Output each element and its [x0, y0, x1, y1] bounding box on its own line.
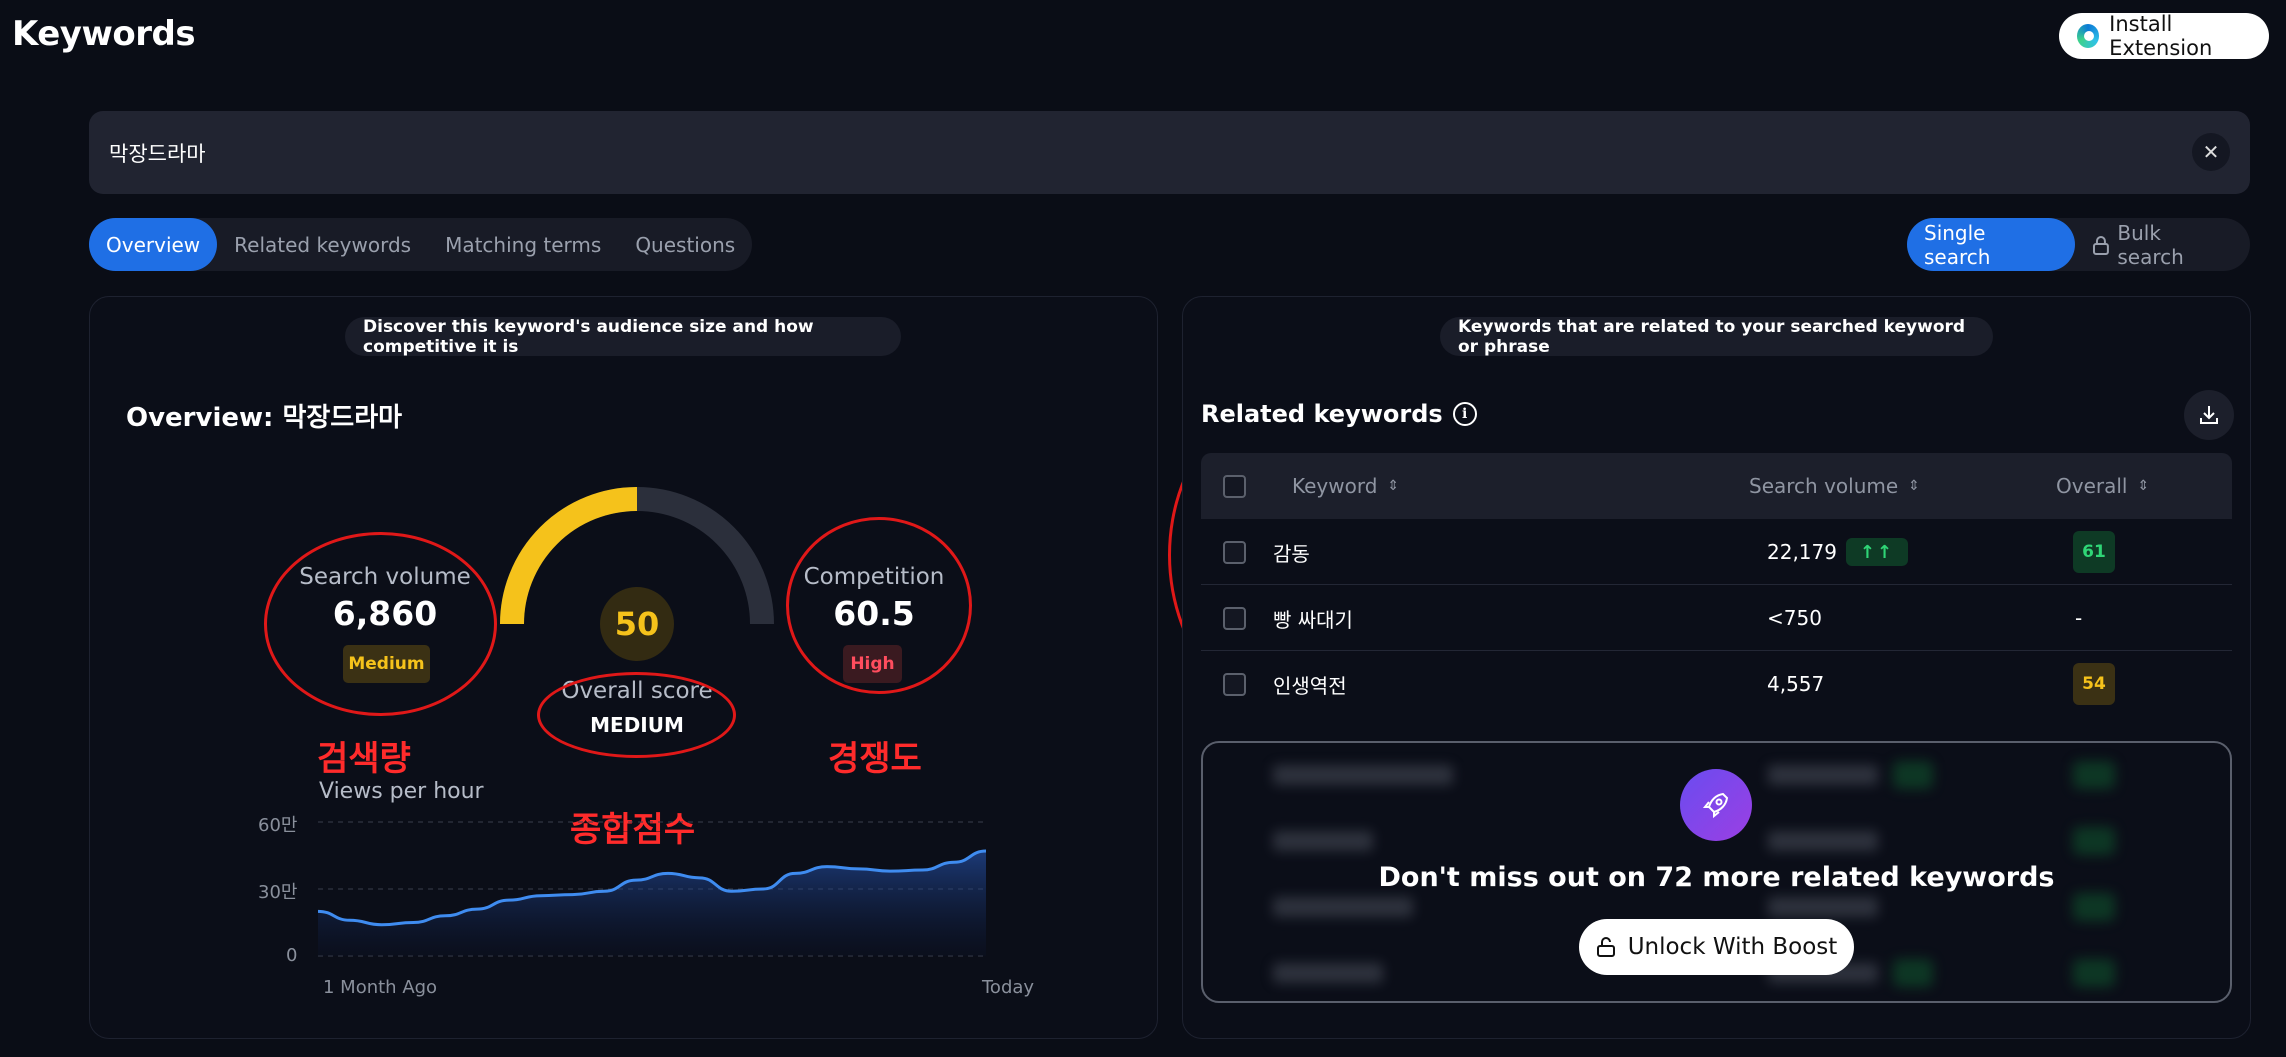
locked-message: Don't miss out on 72 more related keywor…	[1378, 862, 2055, 893]
row-checkbox[interactable]	[1223, 672, 1246, 696]
sort-icon: ⇕	[1387, 478, 1400, 494]
column-keyword[interactable]: Keyword ⇕	[1292, 453, 1399, 519]
view-tabs: Overview Related keywords Matching terms…	[89, 218, 753, 271]
row-volume: 4,557	[1767, 672, 1825, 696]
table-header: Keyword ⇕ Search volume ⇕ Overall ⇕	[1201, 453, 2232, 519]
annotation-ellipse-score	[537, 672, 736, 758]
row-keyword[interactable]: 인생역전	[1273, 651, 1347, 717]
column-keyword-label: Keyword	[1292, 474, 1378, 498]
keyword-search-bar: ✕	[89, 111, 2250, 194]
row-overall-badge: 61	[2073, 531, 2115, 573]
unlock-icon	[1596, 937, 1615, 957]
views-chart	[318, 821, 986, 957]
table-row[interactable]: 인생역전 4,557 54	[1201, 651, 2232, 717]
row-volume: 22,179	[1767, 540, 1837, 564]
row-keyword[interactable]: 감동	[1273, 519, 1310, 585]
chart-area	[318, 851, 986, 956]
select-all-checkbox[interactable]	[1223, 474, 1246, 498]
x-label-start: 1 Month Ago	[323, 977, 438, 998]
rocket-icon	[1702, 792, 1729, 819]
column-overall-label: Overall	[2056, 474, 2128, 498]
row-checkbox[interactable]	[1223, 540, 1246, 564]
info-icon[interactable]: i	[1452, 402, 1477, 426]
bulk-search-label: Bulk search	[2117, 220, 2184, 269]
row-checkbox[interactable]	[1223, 606, 1246, 630]
y-tick-zero: 0	[286, 945, 298, 966]
row-keyword[interactable]: 빵 싸대기	[1273, 585, 1353, 651]
row-overall: -	[2075, 606, 2083, 630]
tab-matching-terms[interactable]: Matching terms	[428, 218, 618, 271]
y-tick-top: 60만	[258, 815, 298, 836]
annotation-ellipse-volume	[264, 532, 497, 716]
x-label-end: Today	[982, 977, 1035, 998]
keyword-search-input[interactable]	[109, 140, 2109, 165]
chart-title: Views per hour	[319, 779, 484, 804]
annotation-ellipse-competition	[786, 517, 972, 694]
y-tick-mid: 30만	[258, 882, 298, 903]
close-icon: ✕	[2202, 140, 2220, 164]
unlock-with-boost-button[interactable]: Unlock With Boost	[1579, 919, 1854, 975]
related-title-text: Related keywords	[1201, 400, 1443, 428]
download-icon	[2200, 406, 2218, 424]
annotation-text-competition: 경쟁도	[828, 739, 922, 779]
boost-rocket-icon	[1680, 769, 1752, 841]
install-extension-button[interactable]: Install Extension	[2059, 12, 2269, 60]
lock-icon	[2092, 235, 2109, 255]
related-keywords-title: Related keywords i	[1201, 400, 1477, 428]
related-note: Keywords that are related to your search…	[1440, 317, 1993, 357]
table-row[interactable]: 감동 22,179 ↑↑ 61	[1201, 519, 2232, 585]
tab-questions[interactable]: Questions	[618, 218, 752, 271]
sort-icon: ⇕	[2137, 478, 2150, 494]
table-row[interactable]: 빵 싸대기 <750 -	[1201, 585, 2232, 651]
download-button[interactable]	[2184, 390, 2234, 440]
clear-search-button[interactable]: ✕	[2192, 133, 2230, 171]
column-search-volume[interactable]: Search volume ⇕	[1749, 453, 1920, 519]
search-mode-switch: Single search Bulk search	[1907, 218, 2250, 271]
single-search-button[interactable]: Single search	[1907, 218, 2075, 271]
install-extension-label: Install Extension	[2109, 12, 2213, 60]
overview-note: Discover this keyword's audience size an…	[345, 317, 901, 357]
row-volume: <750	[1767, 606, 1822, 630]
overview-title: Overview: 막장드라마	[126, 403, 403, 433]
column-overall[interactable]: Overall ⇕	[2056, 453, 2149, 519]
sort-icon: ⇕	[1908, 478, 1920, 494]
edge-browser-icon	[2077, 24, 2100, 48]
trend-up-icon: ↑↑	[1846, 538, 1908, 566]
annotation-text-volume: 검색량	[317, 739, 411, 779]
bulk-search-button[interactable]: Bulk search	[2075, 218, 2251, 271]
overall-score-value: 50	[600, 587, 674, 661]
page-title: Keywords	[12, 14, 196, 54]
column-volume-label: Search volume	[1749, 474, 1899, 498]
tab-related-keywords[interactable]: Related keywords	[217, 218, 428, 271]
unlock-label: Unlock With Boost	[1627, 934, 1838, 960]
tab-overview[interactable]: Overview	[89, 218, 218, 271]
row-overall-badge: 54	[2073, 663, 2115, 705]
